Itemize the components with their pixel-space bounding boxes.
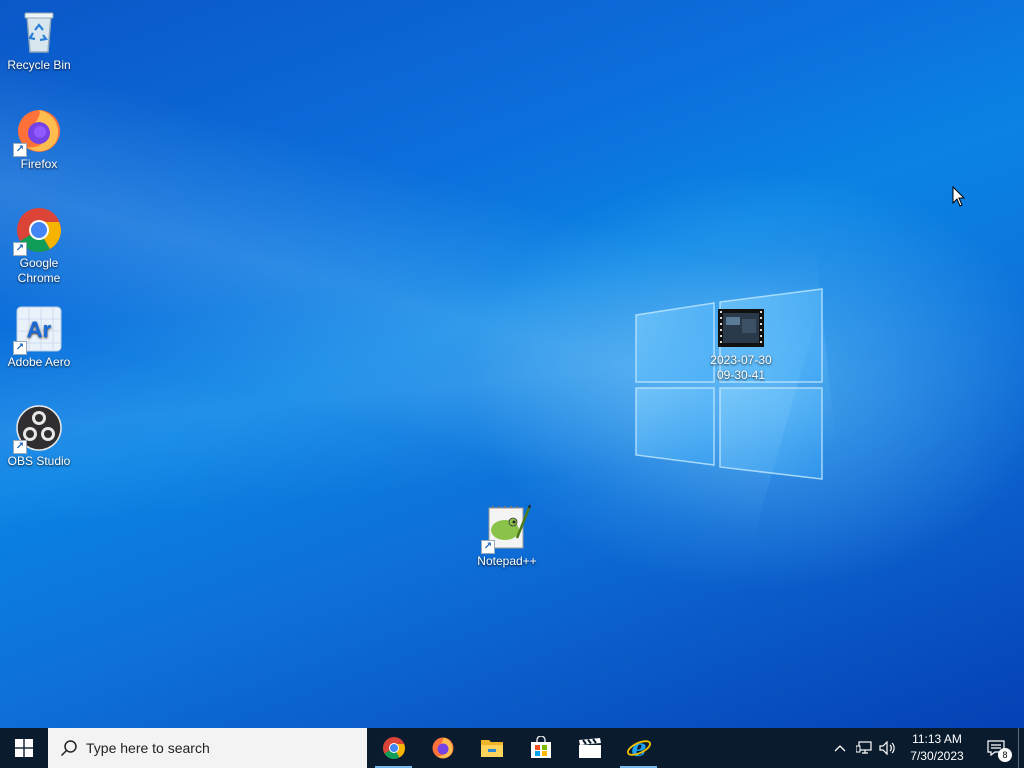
action-center-button[interactable]: 8 xyxy=(974,728,1018,768)
desktop-icon-label: Google Chrome xyxy=(17,256,61,285)
shortcut-arrow-icon: ↗ xyxy=(481,540,495,554)
internet-explorer-icon: e xyxy=(626,735,651,761)
search-icon xyxy=(60,740,77,757)
show-desktop-button[interactable] xyxy=(1018,728,1024,768)
taskbar-clock[interactable]: 11:13 AM 7/30/2023 xyxy=(900,731,974,765)
chevron-up-icon xyxy=(834,745,846,752)
desktop-icon-video-file[interactable]: 2023-07-30 09-30-41 xyxy=(702,309,780,383)
firefox-icon: ↗ xyxy=(13,107,63,157)
start-button[interactable] xyxy=(0,728,48,768)
desktop[interactable]: Recycle Bin ↗ Firefox ↗ Google Chrome Ar… xyxy=(0,0,1024,728)
shortcut-arrow-icon: ↗ xyxy=(13,341,27,355)
svg-text:e: e xyxy=(631,735,646,761)
desktop-icon-google-chrome[interactable]: ↗ Google Chrome xyxy=(0,206,78,286)
taskbar: Type here to search e 11:13 AM 7/30/2023… xyxy=(0,728,1024,768)
shortcut-arrow-icon: ↗ xyxy=(13,143,27,157)
show-hidden-icons-button[interactable] xyxy=(828,728,852,768)
speaker-icon xyxy=(879,741,895,755)
taskbar-app-chrome[interactable] xyxy=(369,728,418,768)
desktop-icon-firefox[interactable]: ↗ Firefox xyxy=(0,107,78,172)
desktop-icon-obs-studio[interactable]: ↗ OBS Studio xyxy=(0,404,78,469)
taskbar-app-firefox[interactable] xyxy=(418,728,467,768)
system-tray: 11:13 AM 7/30/2023 8 xyxy=(828,728,1024,768)
taskbar-pinned-apps: e xyxy=(369,728,663,768)
notepad-plus-plus-icon: ↗ xyxy=(481,504,531,554)
desktop-icon-label: Recycle Bin xyxy=(7,58,71,72)
network-icon xyxy=(856,741,872,754)
taskbar-app-microsoft-store[interactable] xyxy=(516,728,565,768)
store-icon xyxy=(530,736,551,758)
network-status-button[interactable] xyxy=(852,728,876,768)
volume-button[interactable] xyxy=(876,728,900,768)
notification-count-badge: 8 xyxy=(998,748,1012,762)
obs-studio-icon: ↗ xyxy=(13,404,63,454)
clapperboard-icon xyxy=(578,738,601,758)
taskbar-app-file-explorer[interactable] xyxy=(467,728,516,768)
taskbar-app-video-editor[interactable] xyxy=(565,728,614,768)
taskbar-search-box[interactable]: Type here to search xyxy=(48,728,367,768)
desktop-icon-label: Notepad++ xyxy=(477,554,537,568)
mouse-cursor-icon xyxy=(952,186,966,207)
video-file-icon xyxy=(718,309,764,347)
desktop-icon-label: 2023-07-30 09-30-41 xyxy=(710,353,772,382)
shortcut-arrow-icon: ↗ xyxy=(13,242,27,256)
firefox-icon xyxy=(432,737,453,759)
clock-time: 11:13 AM xyxy=(912,732,962,746)
folder-icon xyxy=(480,740,503,757)
desktop-icon-recycle-bin[interactable]: Recycle Bin xyxy=(0,8,78,73)
shortcut-arrow-icon: ↗ xyxy=(13,440,27,454)
chrome-icon: ↗ xyxy=(13,206,63,256)
svg-text:Ar: Ar xyxy=(27,317,52,342)
desktop-icon-notepad-plus-plus[interactable]: ↗ Notepad++ xyxy=(468,504,546,569)
desktop-icon-label: OBS Studio xyxy=(7,454,71,468)
desktop-icon-adobe-aero[interactable]: Ar ↗ Adobe Aero xyxy=(0,305,78,370)
clock-date: 7/30/2023 xyxy=(910,749,964,763)
adobe-aero-icon: Ar ↗ xyxy=(13,305,63,355)
desktop-icon-label: Firefox xyxy=(20,157,58,171)
desktop-icon-label: Adobe Aero xyxy=(7,355,71,369)
search-placeholder: Type here to search xyxy=(86,740,210,756)
taskbar-app-internet-explorer[interactable]: e xyxy=(614,728,663,768)
recycle-bin-icon xyxy=(15,8,63,56)
chrome-icon xyxy=(382,737,405,759)
windows-start-icon xyxy=(15,739,33,757)
